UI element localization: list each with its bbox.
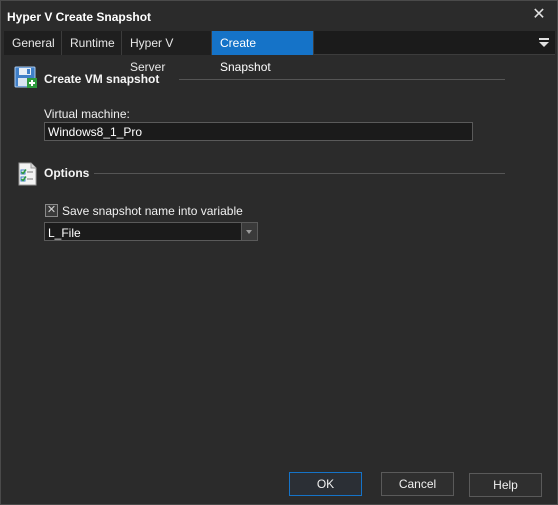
tab-runtime[interactable]: Runtime (62, 31, 122, 55)
close-icon[interactable]: ✕ (529, 5, 549, 25)
section-title-options: Options (44, 166, 90, 180)
window-title: Hyper V Create Snapshot (7, 10, 152, 24)
help-button[interactable]: Help (469, 473, 542, 497)
chevron-down-icon (246, 230, 252, 234)
tab-create-snapshot[interactable]: Create Snapshot (212, 31, 314, 74)
variable-select[interactable]: L_File (44, 222, 258, 241)
variable-select-value: L_File (48, 226, 81, 240)
save-disk-icon (14, 66, 37, 88)
ok-button[interactable]: OK (289, 472, 362, 496)
title-bar: Hyper V Create Snapshot ✕ (1, 1, 557, 31)
tab-general[interactable]: General (4, 31, 62, 55)
virtual-machine-input[interactable]: Windows8_1_Pro (44, 122, 473, 141)
virtual-machine-label: Virtual machine: (44, 107, 130, 121)
tab-bar: General Runtime Hyper V Server Create Sn… (4, 31, 555, 74)
section-title-vm: Create VM snapshot (44, 72, 160, 86)
section-divider (94, 173, 505, 174)
save-snapshot-label: Save snapshot name into variable (62, 204, 243, 218)
variable-select-dropdown[interactable] (241, 223, 257, 240)
dialog-window: Hyper V Create Snapshot ✕ General Runtim… (0, 0, 558, 505)
checklist-icon (18, 162, 37, 186)
tab-hyper-v-server[interactable]: Hyper V Server (122, 31, 212, 74)
section-divider (179, 79, 505, 80)
save-snapshot-checkbox[interactable]: ✕ (45, 204, 58, 217)
dropdown-menu-icon[interactable] (537, 36, 551, 50)
cancel-button[interactable]: Cancel (381, 472, 454, 496)
